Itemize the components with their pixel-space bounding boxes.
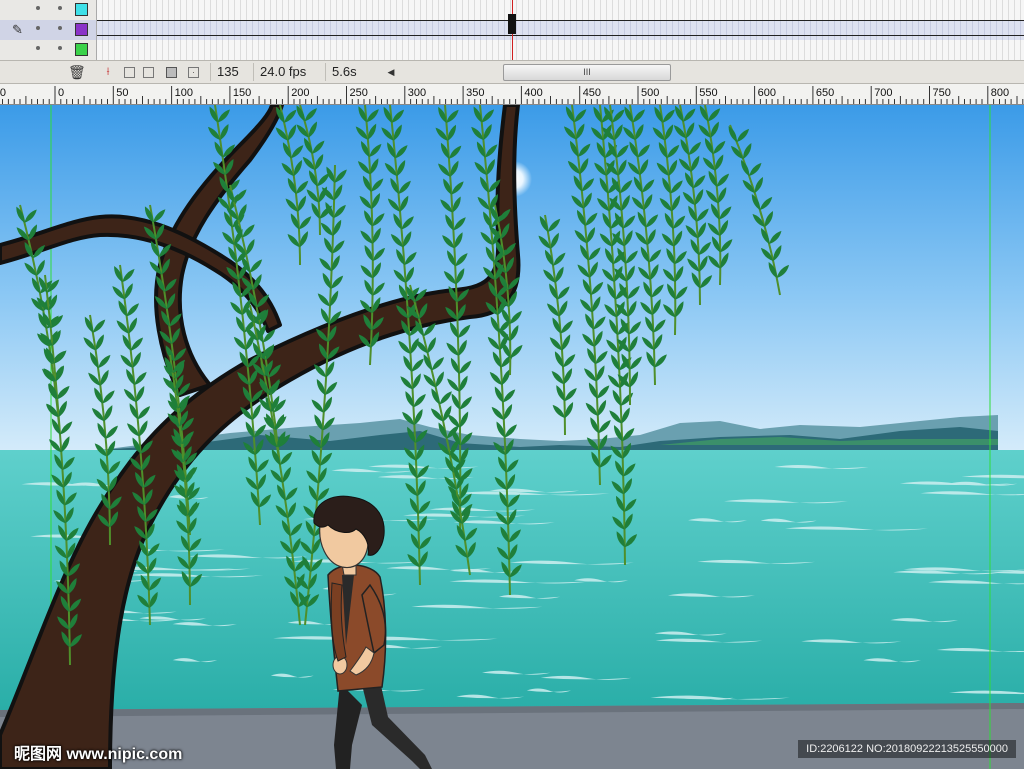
ruler-label: 800 bbox=[990, 87, 1010, 99]
visibility-dot[interactable] bbox=[36, 46, 40, 50]
onion-skin-outline-icon[interactable] bbox=[143, 67, 154, 78]
timeline-toolbar: 🗑 ⟊ · 135 24.0 fps 5.6s ◀ III bbox=[0, 60, 1024, 84]
frame-rate[interactable]: 24.0 fps bbox=[253, 63, 312, 81]
elapsed-time: 5.6s bbox=[325, 63, 376, 81]
visibility-dot[interactable] bbox=[36, 6, 40, 10]
ruler-label: 750 bbox=[932, 87, 951, 99]
scroll-left-arrow-icon[interactable]: ◀ bbox=[384, 65, 398, 79]
stage-canvas[interactable] bbox=[0, 105, 1024, 769]
playhead-handle[interactable] bbox=[508, 14, 516, 34]
timeline-scrollbar-thumb[interactable]: III bbox=[503, 64, 671, 81]
ruler-label: 50 bbox=[0, 87, 6, 99]
visibility-dot[interactable] bbox=[36, 26, 40, 30]
layer-color-swatch[interactable] bbox=[75, 43, 88, 56]
ruler-label: 250 bbox=[349, 87, 368, 99]
ruler-label: 0 bbox=[58, 87, 65, 99]
timeline-panel: ✎ 🗑 ⟊ · 135 24.0 fps 5.6s ◀ III bbox=[0, 0, 1024, 84]
ruler-label: 700 bbox=[874, 87, 893, 99]
ruler-label: 50 bbox=[116, 87, 129, 99]
lock-dot[interactable] bbox=[58, 26, 62, 30]
ruler-label: 500 bbox=[641, 87, 660, 99]
current-frame: 135 bbox=[210, 63, 245, 81]
lock-dot[interactable] bbox=[58, 6, 62, 10]
ruler-label: 550 bbox=[699, 87, 718, 99]
frame-span-top bbox=[97, 20, 1024, 21]
nipic-watermark-id: ID:2206122 NO:20180922213525550000 bbox=[798, 740, 1016, 758]
center-frame-icon[interactable]: ⟊ bbox=[101, 65, 115, 79]
trash-icon[interactable]: 🗑 bbox=[68, 65, 86, 79]
frame-row-selected[interactable] bbox=[97, 20, 1024, 41]
ruler-label: 450 bbox=[582, 87, 602, 99]
nipic-watermark-logo: 昵图网 www.nipic.com bbox=[14, 746, 183, 763]
frame-row[interactable] bbox=[97, 0, 1024, 21]
onion-markers-icon[interactable]: · bbox=[188, 67, 199, 78]
ruler-label: 300 bbox=[407, 87, 427, 99]
ruler-ticks bbox=[2, 86, 1024, 104]
onion-skin-icon[interactable] bbox=[124, 67, 135, 78]
frame-span-bottom bbox=[97, 35, 1024, 36]
layer-color-swatch[interactable] bbox=[75, 23, 88, 36]
frame-row[interactable] bbox=[97, 40, 1024, 61]
frame-grid[interactable] bbox=[96, 0, 1024, 61]
ruler-label: 350 bbox=[466, 87, 485, 99]
layer-row-2[interactable]: ✎ bbox=[0, 20, 96, 41]
ruler-label: 400 bbox=[524, 87, 543, 99]
ruler-label: 100 bbox=[174, 87, 193, 99]
horizontal-ruler: 5005010015020025030035040045050055060065… bbox=[0, 84, 1024, 105]
ruler-label: 600 bbox=[757, 87, 776, 99]
layer-row-3[interactable] bbox=[0, 40, 96, 61]
ruler-label: 650 bbox=[815, 87, 835, 99]
pencil-icon: ✎ bbox=[12, 22, 23, 37]
scene-artwork bbox=[0, 105, 1024, 769]
layer-color-swatch[interactable] bbox=[75, 3, 88, 16]
ruler-label: 200 bbox=[291, 87, 310, 99]
edit-multiple-frames-icon[interactable] bbox=[166, 67, 177, 78]
lock-dot[interactable] bbox=[58, 46, 62, 50]
layer-row-1[interactable] bbox=[0, 0, 96, 21]
ruler-label: 150 bbox=[232, 87, 252, 99]
